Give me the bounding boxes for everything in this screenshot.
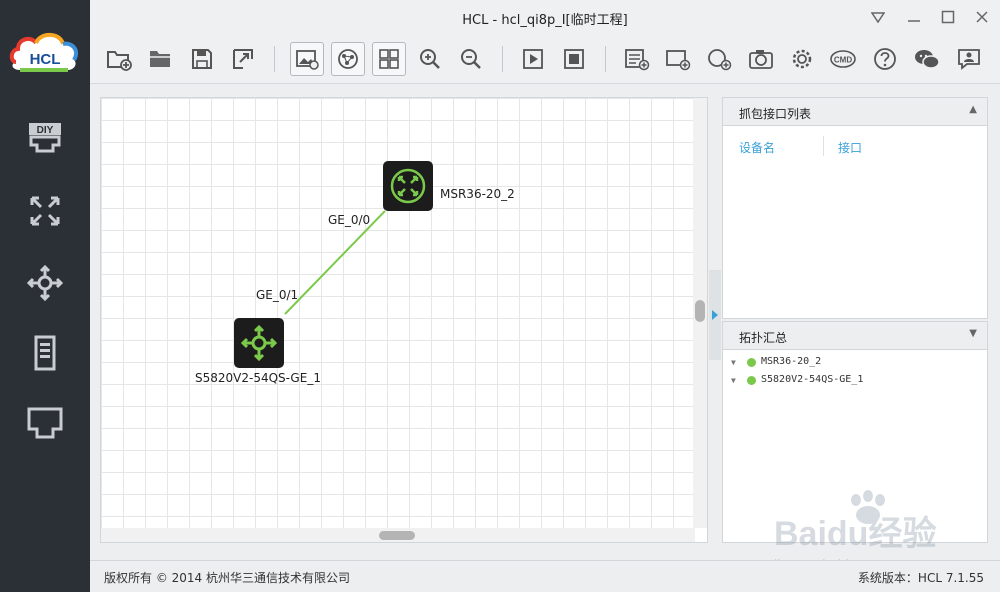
feedback-button[interactable] [952,42,986,76]
help-button[interactable] [868,42,902,76]
zoom-out-button[interactable] [454,42,488,76]
device-label: MSR36-20_2 [440,187,515,201]
expand-icon[interactable]: ▼ [731,358,736,367]
port-label: GE_0/0 [328,213,371,227]
svg-text:CMD: CMD [834,56,852,65]
panel-title: 抓包接口列表 [739,107,812,121]
capture-button[interactable] [744,42,778,76]
panel-title: 拓扑汇总 [739,331,788,345]
summary-item[interactable]: ▼ MSR36-20_2 [723,354,987,372]
window-title: HCL - hcl_qi8p_I[临时工程] [462,13,628,28]
diy-device-icon: DIY [29,123,61,153]
topology-view-icon [338,49,358,69]
collapse-icon[interactable]: ▲ [969,104,977,115]
switch-icon [26,264,64,302]
start-all-button[interactable] [516,42,550,76]
panel-header: 拓扑汇总 ▼ [723,322,987,350]
collapse-icon[interactable]: ▼ [969,328,977,339]
sidebar-item-switch[interactable] [20,260,70,306]
screenshot-button[interactable] [290,42,324,76]
sidebar-item-diy[interactable]: DIY [20,116,70,162]
horizontal-scrollbar[interactable] [101,528,695,542]
minimize-icon[interactable] [902,6,926,28]
add-ellipse-icon [708,49,732,71]
port-label: GE_0/1 [256,288,299,302]
settings-button[interactable] [785,42,819,76]
zoom-out-icon [461,49,481,69]
expand-icon[interactable]: ▼ [731,376,736,385]
hcl-logo: HCL [8,28,82,80]
feedback-icon [958,49,980,70]
grid-toggle-icon [379,49,399,69]
zoom-in-button[interactable] [413,42,447,76]
vertical-scroll-thumb[interactable] [695,300,705,322]
open-project-button[interactable] [144,42,178,76]
column-interface[interactable]: 接口 [838,139,862,156]
capture-interface-panel: 抓包接口列表 ▲ 设备名 接口 [722,97,988,319]
export-button[interactable] [226,42,260,76]
wechat-icon [915,50,940,69]
open-project-icon [150,51,170,67]
topology-canvas[interactable]: MSR36-20_2 S5820V2-54QS-GE_1 GE_0/0 GE_0… [100,97,708,543]
add-rectangle-icon [666,50,691,71]
router-icon [390,168,426,204]
capture-icon [749,50,773,69]
device-label: S5820V2-54QS-GE_1 [195,371,321,385]
status-dot-icon [747,358,756,367]
panel-collapse-handle[interactable] [709,270,721,360]
save-icon [192,49,212,69]
summary-item[interactable]: ▼ S5820V2-54QS-GE_1 [723,372,987,390]
chevron-right-icon [712,310,718,320]
chevron-down-icon[interactable] [866,6,890,28]
sidebar-item-connector[interactable] [20,400,70,446]
vertical-scrollbar[interactable] [693,98,707,528]
cmd-icon: CMD [830,50,856,68]
status-dot-icon [747,376,756,385]
column-device-name[interactable]: 设备名 [739,139,775,156]
copyright-text: 版权所有 © 2014 杭州华三通信技术有限公司 [104,571,350,585]
new-project-button[interactable] [102,42,136,76]
sidebar-item-router[interactable] [20,188,70,234]
stop-all-button[interactable] [557,42,591,76]
horizontal-scroll-thumb[interactable] [379,531,415,540]
svg-text:DIY: DIY [37,125,54,136]
stop-all-icon [564,49,584,69]
start-all-icon [523,49,543,69]
capture-table-header: 设备名 接口 [723,126,987,166]
device-router-msr36[interactable] [383,161,433,211]
device-switch-s5820[interactable] [234,318,284,368]
zoom-in-icon [420,49,440,69]
title-bar: HCL - hcl_qi8p_I[临时工程] [90,0,1000,34]
close-icon[interactable] [970,6,994,28]
sidebar-item-host[interactable] [20,330,70,376]
status-bar: 版权所有 © 2014 杭州华三通信技术有限公司 系统版本：HCL 7.1.55 [90,560,1000,592]
device-sidebar: HCL DIY [0,0,90,592]
add-text-icon [625,49,650,71]
maximize-icon[interactable] [936,6,960,28]
add-rectangle-button[interactable] [661,42,695,76]
topology-view-button[interactable] [331,42,365,76]
add-text-button[interactable] [620,42,654,76]
grid-toggle-button[interactable] [372,42,406,76]
export-icon [233,49,253,69]
cmd-button[interactable]: CMD [826,42,860,76]
switch-icon [240,324,278,362]
help-icon [874,48,896,70]
svg-text:Baidu经验: Baidu经验 [774,514,936,553]
main-toolbar: CMD [90,34,1000,84]
settings-icon [792,49,812,69]
version-text: 系统版本：HCL 7.1.55 [857,571,984,585]
panel-header: 抓包接口列表 ▲ [723,98,987,126]
router-icon [30,196,60,226]
save-button[interactable] [185,42,219,76]
add-ellipse-button[interactable] [702,42,736,76]
screenshot-icon [296,50,319,70]
connector-icon [27,407,63,439]
wechat-button[interactable] [910,42,944,76]
svg-text:HCL: HCL [30,51,61,68]
host-icon [34,335,56,371]
new-project-icon [107,51,132,71]
